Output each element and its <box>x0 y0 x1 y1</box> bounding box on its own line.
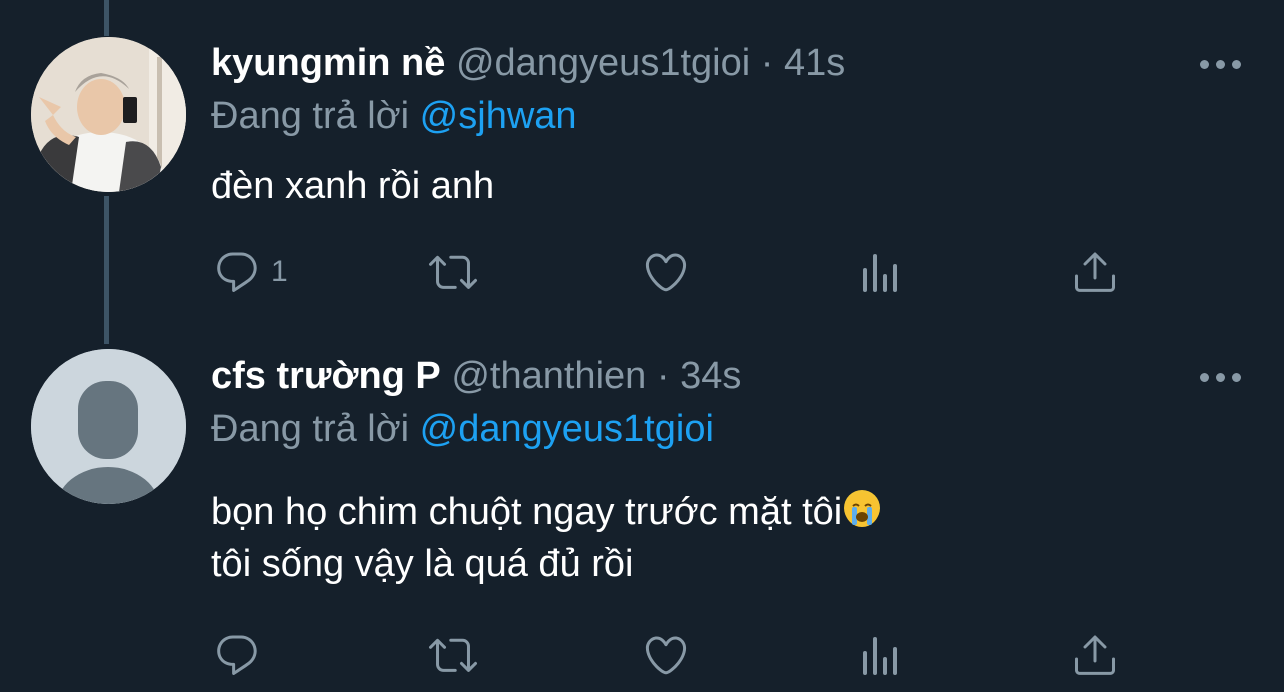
tweet-text-line-content: bọn họ chim chuột ngay trước mặt tôi <box>211 491 843 533</box>
avatar[interactable] <box>31 37 186 192</box>
tweet-text-line: đèn xanh rồi anh <box>211 165 495 207</box>
reply-prefix: Đang trả lời <box>211 408 410 450</box>
tweet-actions <box>0 630 1284 680</box>
like-icon <box>645 253 687 292</box>
retweet-icon <box>429 255 477 289</box>
reply-count: 1 <box>271 255 288 288</box>
timestamp[interactable]: 34s <box>680 355 741 397</box>
mention-link[interactable]: @sjhwan <box>420 95 577 137</box>
tweet-text-line: tôi sống vậy là quá đủ rồi <box>211 543 634 585</box>
share-icon <box>1075 635 1115 675</box>
tweet-text: bọn họ chim chuột ngay trước mặt tôi tôi… <box>211 486 881 590</box>
separator: · <box>760 42 774 84</box>
analytics-icon <box>863 254 897 292</box>
separator: · <box>656 355 670 397</box>
like-icon <box>645 636 687 675</box>
tweet[interactable]: cfs trường P @thanthien · 34s Đang trả l… <box>0 340 1284 692</box>
retweet-button[interactable] <box>427 630 479 680</box>
share-icon <box>1075 252 1115 292</box>
reply-icon <box>217 635 257 675</box>
like-button[interactable] <box>641 630 691 680</box>
tweet-actions: 1 <box>0 247 1284 297</box>
reply-context: Đang trả lời @sjhwan <box>211 94 577 138</box>
more-icon[interactable] <box>1200 370 1242 384</box>
tweet-text: đèn xanh rồi anh <box>211 160 494 212</box>
user-photo <box>31 37 186 192</box>
retweet-button[interactable] <box>427 247 479 297</box>
share-button[interactable] <box>1071 630 1119 680</box>
like-button[interactable] <box>641 247 691 297</box>
retweet-icon <box>429 638 477 672</box>
share-button[interactable] <box>1071 247 1119 297</box>
reply-prefix: Đang trả lời <box>211 95 410 137</box>
handle[interactable]: @dangyeus1tgioi <box>456 42 750 84</box>
tweet-header: cfs trường P @thanthien · 34s <box>211 354 741 398</box>
loudly-crying-face-icon <box>844 490 881 527</box>
reply-button[interactable]: 1 <box>213 247 288 297</box>
display-name[interactable]: kyungmin nề <box>211 42 445 84</box>
display-name[interactable]: cfs trường P <box>211 355 441 397</box>
tweet-header: kyungmin nề @dangyeus1tgioi · 41s <box>211 41 845 85</box>
reply-button[interactable] <box>213 630 271 680</box>
analytics-button[interactable] <box>858 630 906 680</box>
default-profile <box>31 349 186 504</box>
timestamp[interactable]: 41s <box>784 42 845 84</box>
mention-link[interactable]: @dangyeus1tgioi <box>420 408 714 450</box>
analytics-icon <box>863 637 897 675</box>
tweet-text-line: bọn họ chim chuột ngay trước mặt tôi <box>211 486 881 538</box>
reply-icon <box>217 252 257 292</box>
tweet[interactable]: kyungmin nề @dangyeus1tgioi · 41s Đang t… <box>0 0 1284 340</box>
more-icon[interactable] <box>1200 57 1242 71</box>
handle[interactable]: @thanthien <box>451 355 646 397</box>
reply-context: Đang trả lời @dangyeus1tgioi <box>211 407 714 451</box>
analytics-button[interactable] <box>858 247 906 297</box>
avatar[interactable] <box>31 349 186 504</box>
